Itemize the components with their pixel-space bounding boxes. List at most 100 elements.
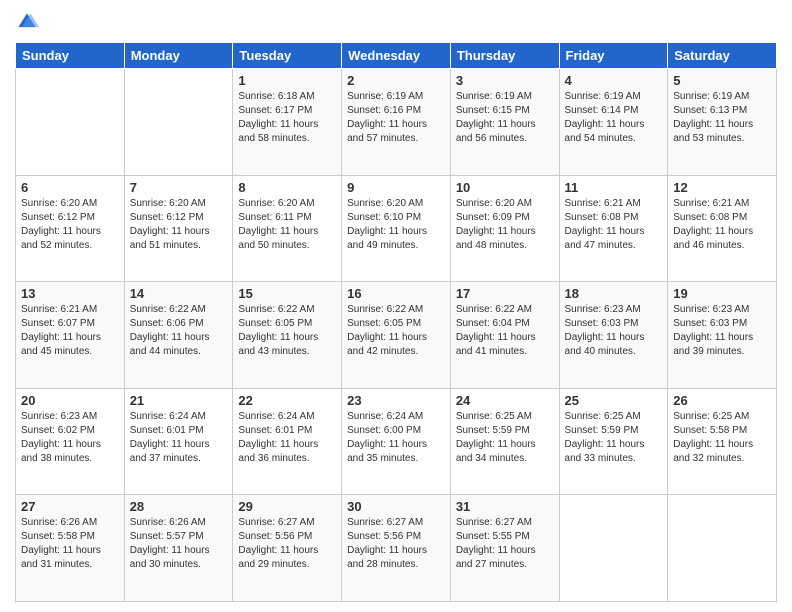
day-info: Sunrise: 6:22 AMSunset: 6:06 PMDaylight:…	[130, 303, 228, 359]
day-number: 29	[238, 499, 336, 514]
day-cell: 20Sunrise: 6:23 AMSunset: 6:02 PMDayligh…	[16, 388, 125, 495]
day-info: Sunrise: 6:27 AMSunset: 5:55 PMDaylight:…	[456, 516, 554, 572]
day-number: 12	[673, 180, 771, 195]
day-cell	[16, 69, 125, 176]
day-cell: 16 Sunrise: 6:22 AMSunset: 6:05 PMDayligh…	[342, 282, 451, 389]
day-number: 16	[347, 286, 445, 301]
day-info: Sunrise: 6:24 AMSunset: 6:01 PMDaylight:…	[130, 410, 228, 466]
day-cell: 26 Sunrise: 6:25 AMSunset: 5:58 PMDayligh…	[668, 388, 777, 495]
week-row-4: 20Sunrise: 6:23 AMSunset: 6:02 PMDayligh…	[16, 388, 777, 495]
day-info: Sunrise: 6:20 AMSunset: 6:12 PMDaylight:…	[130, 197, 228, 253]
day-cell: 13 Sunrise: 6:21 AMSunset: 6:07 PMDayligh…	[16, 282, 125, 389]
day-info: Sunrise: 6:22 AMSunset: 6:04 PMDaylight:…	[456, 303, 554, 359]
day-cell: 18 Sunrise: 6:23 AMSunset: 6:03 PMDayligh…	[559, 282, 668, 389]
day-info: Sunrise: 6:19 AMSunset: 6:15 PMDaylight:…	[456, 90, 554, 146]
week-row-3: 13 Sunrise: 6:21 AMSunset: 6:07 PMDayligh…	[16, 282, 777, 389]
day-cell: 10Sunrise: 6:20 AMSunset: 6:09 PMDayligh…	[450, 175, 559, 282]
day-info: Sunrise: 6:21 AMSunset: 6:07 PMDaylight:…	[21, 303, 119, 359]
day-number: 1	[238, 73, 336, 88]
day-cell: 28Sunrise: 6:26 AMSunset: 5:57 PMDayligh…	[124, 495, 233, 602]
day-info: Sunrise: 6:19 AMSunset: 6:14 PMDaylight:…	[565, 90, 663, 146]
day-number: 2	[347, 73, 445, 88]
day-number: 20	[21, 393, 119, 408]
day-number: 24	[456, 393, 554, 408]
day-cell: 19 Sunrise: 6:23 AMSunset: 6:03 PMDayligh…	[668, 282, 777, 389]
day-number: 13	[21, 286, 119, 301]
day-cell: 14 Sunrise: 6:22 AMSunset: 6:06 PMDayligh…	[124, 282, 233, 389]
day-cell: 25 Sunrise: 6:25 AMSunset: 5:59 PMDayligh…	[559, 388, 668, 495]
day-cell: 17 Sunrise: 6:22 AMSunset: 6:04 PMDayligh…	[450, 282, 559, 389]
day-info: Sunrise: 6:21 AMSunset: 6:08 PMDaylight:…	[565, 197, 663, 253]
day-info: Sunrise: 6:26 AMSunset: 5:58 PMDaylight:…	[21, 516, 119, 572]
day-info: Sunrise: 6:20 AMSunset: 6:11 PMDaylight:…	[238, 197, 336, 253]
day-cell: 12 Sunrise: 6:21 AMSunset: 6:08 PMDayligh…	[668, 175, 777, 282]
day-number: 26	[673, 393, 771, 408]
day-cell	[559, 495, 668, 602]
day-cell: 22 Sunrise: 6:24 AMSunset: 6:01 PMDayligh…	[233, 388, 342, 495]
calendar-page: SundayMondayTuesdayWednesdayThursdayFrid…	[0, 0, 792, 612]
day-number: 25	[565, 393, 663, 408]
col-header-wednesday: Wednesday	[342, 43, 451, 69]
day-info: Sunrise: 6:21 AMSunset: 6:08 PMDaylight:…	[673, 197, 771, 253]
day-info: Sunrise: 6:25 AMSunset: 5:58 PMDaylight:…	[673, 410, 771, 466]
day-cell: 8 Sunrise: 6:20 AMSunset: 6:11 PMDaylight…	[233, 175, 342, 282]
day-info: Sunrise: 6:20 AMSunset: 6:10 PMDaylight:…	[347, 197, 445, 253]
day-info: Sunrise: 6:25 AMSunset: 5:59 PMDaylight:…	[565, 410, 663, 466]
day-info: Sunrise: 6:19 AMSunset: 6:16 PMDaylight:…	[347, 90, 445, 146]
day-number: 22	[238, 393, 336, 408]
day-number: 11	[565, 180, 663, 195]
day-number: 6	[21, 180, 119, 195]
calendar-header-row: SundayMondayTuesdayWednesdayThursdayFrid…	[16, 43, 777, 69]
day-cell	[124, 69, 233, 176]
day-number: 27	[21, 499, 119, 514]
calendar-table: SundayMondayTuesdayWednesdayThursdayFrid…	[15, 42, 777, 602]
day-info: Sunrise: 6:27 AMSunset: 5:56 PMDaylight:…	[238, 516, 336, 572]
day-info: Sunrise: 6:19 AMSunset: 6:13 PMDaylight:…	[673, 90, 771, 146]
day-cell: 31 Sunrise: 6:27 AMSunset: 5:55 PMDayligh…	[450, 495, 559, 602]
day-cell: 27 Sunrise: 6:26 AMSunset: 5:58 PMDayligh…	[16, 495, 125, 602]
day-number: 23	[347, 393, 445, 408]
day-cell: 7 Sunrise: 6:20 AMSunset: 6:12 PMDaylight…	[124, 175, 233, 282]
day-info: Sunrise: 6:25 AMSunset: 5:59 PMDaylight:…	[456, 410, 554, 466]
day-cell: 9 Sunrise: 6:20 AMSunset: 6:10 PMDaylight…	[342, 175, 451, 282]
day-cell: 29 Sunrise: 6:27 AMSunset: 5:56 PMDayligh…	[233, 495, 342, 602]
day-number: 3	[456, 73, 554, 88]
week-row-1: 1 Sunrise: 6:18 AMSunset: 6:17 PMDaylight…	[16, 69, 777, 176]
day-number: 8	[238, 180, 336, 195]
day-cell	[668, 495, 777, 602]
day-number: 31	[456, 499, 554, 514]
day-number: 18	[565, 286, 663, 301]
day-info: Sunrise: 6:20 AMSunset: 6:12 PMDaylight:…	[21, 197, 119, 253]
day-cell: 23 Sunrise: 6:24 AMSunset: 6:00 PMDayligh…	[342, 388, 451, 495]
day-number: 9	[347, 180, 445, 195]
day-info: Sunrise: 6:23 AMSunset: 6:03 PMDaylight:…	[673, 303, 771, 359]
col-header-thursday: Thursday	[450, 43, 559, 69]
day-info: Sunrise: 6:22 AMSunset: 6:05 PMDaylight:…	[238, 303, 336, 359]
day-info: Sunrise: 6:18 AMSunset: 6:17 PMDaylight:…	[238, 90, 336, 146]
col-header-sunday: Sunday	[16, 43, 125, 69]
day-cell: 6 Sunrise: 6:20 AMSunset: 6:12 PMDaylight…	[16, 175, 125, 282]
day-cell: 2 Sunrise: 6:19 AMSunset: 6:16 PMDaylight…	[342, 69, 451, 176]
col-header-monday: Monday	[124, 43, 233, 69]
day-cell: 30Sunrise: 6:27 AMSunset: 5:56 PMDayligh…	[342, 495, 451, 602]
day-number: 14	[130, 286, 228, 301]
col-header-saturday: Saturday	[668, 43, 777, 69]
day-info: Sunrise: 6:24 AMSunset: 6:01 PMDaylight:…	[238, 410, 336, 466]
day-number: 10	[456, 180, 554, 195]
day-number: 30	[347, 499, 445, 514]
day-info: Sunrise: 6:24 AMSunset: 6:00 PMDaylight:…	[347, 410, 445, 466]
logo	[15, 10, 43, 34]
day-number: 17	[456, 286, 554, 301]
day-cell: 4Sunrise: 6:19 AMSunset: 6:14 PMDaylight…	[559, 69, 668, 176]
day-info: Sunrise: 6:22 AMSunset: 6:05 PMDaylight:…	[347, 303, 445, 359]
day-cell: 24 Sunrise: 6:25 AMSunset: 5:59 PMDayligh…	[450, 388, 559, 495]
day-info: Sunrise: 6:26 AMSunset: 5:57 PMDaylight:…	[130, 516, 228, 572]
day-number: 19	[673, 286, 771, 301]
day-number: 5	[673, 73, 771, 88]
day-info: Sunrise: 6:23 AMSunset: 6:03 PMDaylight:…	[565, 303, 663, 359]
day-number: 7	[130, 180, 228, 195]
header	[15, 10, 777, 34]
day-number: 15	[238, 286, 336, 301]
week-row-2: 6 Sunrise: 6:20 AMSunset: 6:12 PMDaylight…	[16, 175, 777, 282]
day-number: 21	[130, 393, 228, 408]
